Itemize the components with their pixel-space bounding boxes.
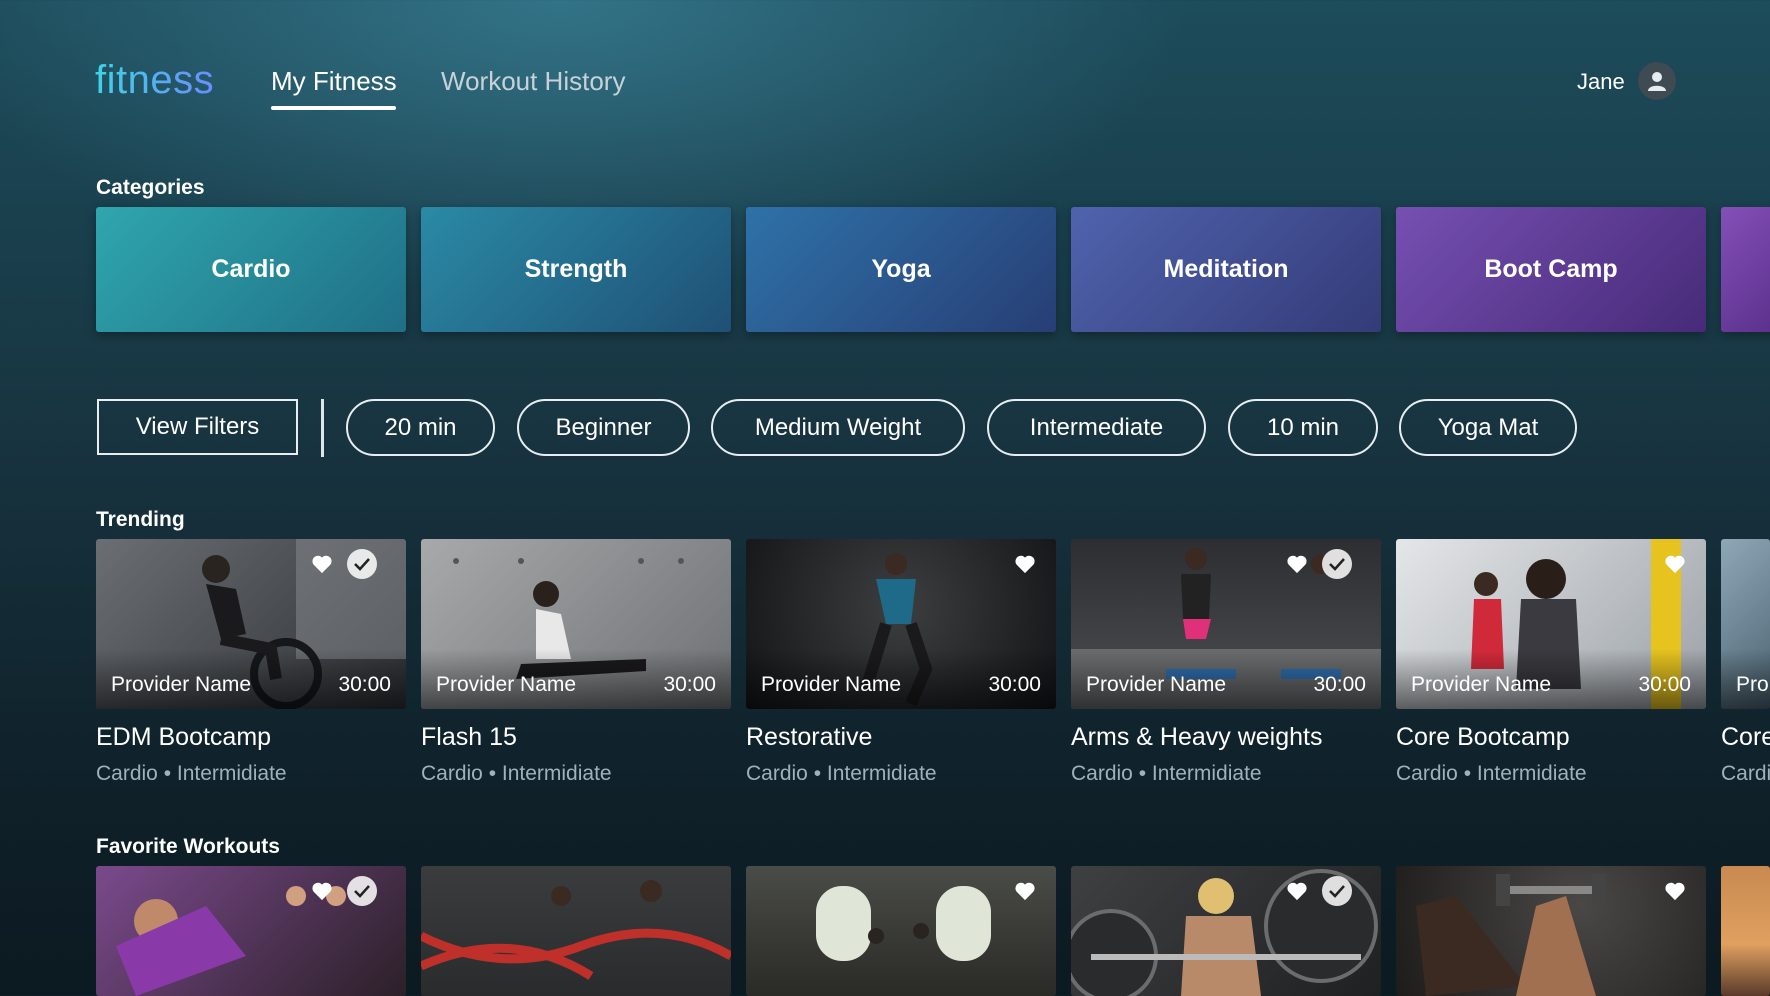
trending-heading: Trending [96, 508, 185, 531]
favorite-card[interactable] [746, 866, 1056, 996]
workout-thumbnail [421, 880, 731, 980]
workout-card-restorative[interactable]: Provider Name 30:00 [746, 539, 1056, 709]
check-icon[interactable] [347, 549, 377, 579]
workout-card-core-bootcamp[interactable]: Provider Name 30:00 [1396, 539, 1706, 709]
category-strength[interactable]: Strength [421, 207, 731, 332]
provider-name: Provider Name [761, 673, 902, 696]
favorite-card[interactable] [1396, 866, 1706, 996]
workout-title: Core Bootcamp [1396, 723, 1570, 751]
user-name[interactable]: Jane [1577, 69, 1625, 95]
filter-chip-10-min[interactable]: 10 min [1228, 399, 1378, 456]
check-icon[interactable] [1322, 876, 1352, 906]
category-next-partial[interactable] [1721, 207, 1770, 332]
workout-subtitle: Cardio • Intermidiate [96, 762, 287, 785]
workout-title: Restorative [746, 723, 873, 751]
favorite-card-partial[interactable] [1721, 866, 1770, 996]
workout-duration: 30:00 [338, 673, 391, 696]
provider-name: Provider Name [111, 673, 252, 696]
heart-icon[interactable] [1660, 876, 1690, 906]
heart-icon[interactable] [1282, 876, 1312, 906]
category-cardio[interactable]: Cardio [96, 207, 406, 332]
category-label: Strength [524, 255, 628, 283]
favorite-card[interactable] [96, 866, 406, 996]
fitness-logo: fitness [95, 58, 215, 102]
workout-title: Core [1721, 723, 1770, 751]
favorite-workouts-heading: Favorite Workouts [96, 835, 280, 858]
workout-title: EDM Bootcamp [96, 723, 272, 751]
filter-chip-20-min[interactable]: 20 min [346, 399, 495, 456]
filter-chip-yoga-mat[interactable]: Yoga Mat [1399, 399, 1577, 456]
provider-name: Provider Name [1086, 673, 1227, 696]
provider-name: Provider Name [436, 673, 577, 696]
category-yoga[interactable]: Yoga [746, 207, 1056, 332]
workout-subtitle: Cardio • Intermidiate [1071, 762, 1262, 785]
check-icon[interactable] [1322, 549, 1352, 579]
heart-icon[interactable] [307, 876, 337, 906]
workout-duration: 30:00 [1638, 673, 1691, 696]
favorite-card[interactable] [1071, 866, 1381, 996]
filter-chip-medium-weight[interactable]: Medium Weight [711, 399, 965, 456]
provider-name: Provider Name [1411, 673, 1552, 696]
heart-icon[interactable] [1282, 549, 1312, 579]
workout-subtitle: Cardio • Intermidiate [746, 762, 937, 785]
category-label: Yoga [871, 255, 931, 283]
heart-icon[interactable] [1660, 549, 1690, 579]
workout-subtitle: Cardi [1721, 762, 1770, 785]
workout-card-partial[interactable]: Pro [1721, 539, 1770, 709]
heart-icon[interactable] [307, 549, 337, 579]
categories-heading: Categories [96, 176, 205, 199]
workout-card-edm-bootcamp[interactable]: Provider Name 30:00 [96, 539, 406, 709]
workout-duration: 30:00 [663, 673, 716, 696]
filter-divider [321, 399, 324, 457]
favorite-card[interactable] [421, 866, 731, 996]
filter-chip-beginner[interactable]: Beginner [517, 399, 690, 456]
provider-name: Pro [1736, 673, 1769, 696]
category-label: Meditation [1163, 255, 1289, 283]
workout-title: Flash 15 [421, 723, 517, 751]
filter-chip-intermediate[interactable]: Intermediate [987, 399, 1206, 456]
category-meditation[interactable]: Meditation [1071, 207, 1381, 332]
tab-workout-history[interactable]: Workout History [441, 66, 625, 97]
category-label: Boot Camp [1484, 255, 1618, 283]
tab-my-fitness[interactable]: My Fitness [271, 66, 397, 97]
workout-card-arms-heavy-weights[interactable]: Provider Name 30:00 [1071, 539, 1381, 709]
check-icon[interactable] [347, 876, 377, 906]
heart-icon[interactable] [1010, 549, 1040, 579]
category-boot-camp[interactable]: Boot Camp [1396, 207, 1706, 332]
active-tab-indicator [271, 106, 396, 110]
workout-card-flash-15[interactable]: Provider Name 30:00 [421, 539, 731, 709]
user-icon[interactable] [1638, 62, 1676, 100]
category-label: Cardio [211, 255, 291, 283]
workout-duration: 30:00 [988, 673, 1041, 696]
workout-title: Arms & Heavy weights [1071, 723, 1323, 751]
workout-duration: 30:00 [1313, 673, 1366, 696]
heart-icon[interactable] [1010, 876, 1040, 906]
workout-subtitle: Cardio • Intermidiate [1396, 762, 1587, 785]
workout-subtitle: Cardio • Intermidiate [421, 762, 612, 785]
view-filters-button[interactable]: View Filters [97, 399, 298, 455]
